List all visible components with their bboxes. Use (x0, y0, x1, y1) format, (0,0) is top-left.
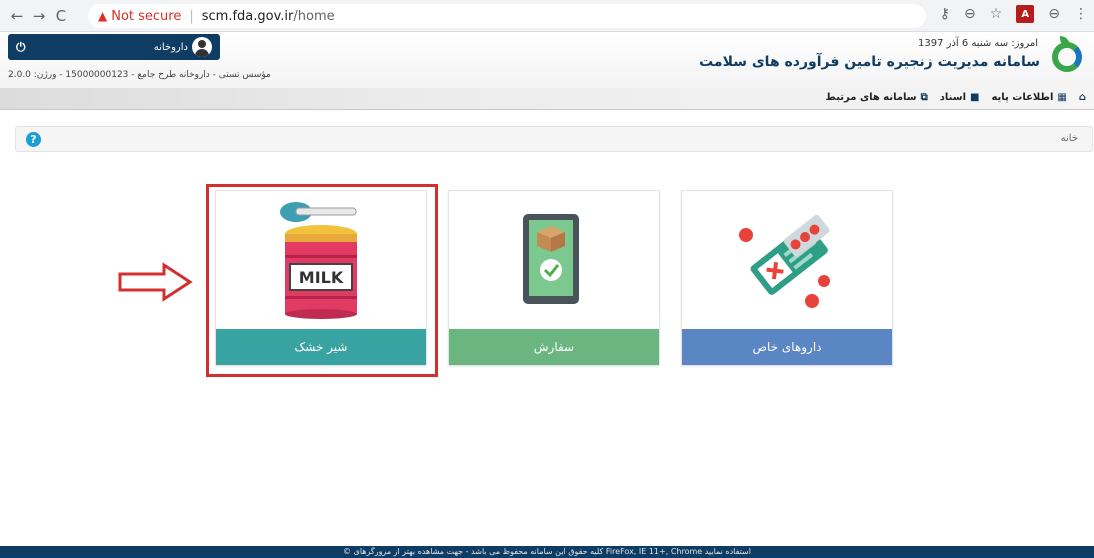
site-header: ⏻ داروخانه مؤسس تستی - داروخانه طرح جامع… (0, 32, 1094, 88)
profile-icon[interactable]: ⊖ (1048, 6, 1060, 22)
not-secure-label[interactable]: Not secure (111, 9, 181, 24)
external-link-icon: ⧉ (920, 92, 928, 103)
nav-home[interactable]: ⌂ (1079, 92, 1086, 103)
breadcrumb: ? خانه (15, 126, 1093, 152)
pills-prescription-icon (682, 191, 892, 329)
browser-actions: ⚷ ⊖ ☆ A ⊖ ⋮ (940, 5, 1088, 23)
menu-icon[interactable]: ⋮ (1074, 6, 1088, 22)
org-info: مؤسس تستی - داروخانه طرح جامع - 15000000… (8, 70, 271, 80)
back-icon[interactable]: ← (6, 5, 28, 27)
site-title: سامانه مدیریت زنجیره تامین فرآورده های س… (699, 54, 1040, 70)
breadcrumb-home[interactable]: خانه (1061, 133, 1078, 144)
user-panel: ⏻ داروخانه (8, 34, 220, 60)
nav-item-label: سامانه های مرتبط (825, 92, 917, 103)
warning-icon: ▲ (98, 9, 108, 23)
date-text: امروز: سه شنبه 6 آذر 1397 (918, 38, 1038, 49)
power-icon[interactable]: ⏻ (16, 40, 26, 55)
nav-item-related-systems[interactable]: ⧉ سامانه های مرتبط (826, 92, 928, 103)
footer: © کلیه حقوق این سامانه محفوظ می باشد - ج… (0, 546, 1094, 558)
nav-item-label: اطلاعات پایه (991, 92, 1054, 103)
home-icon: ⌂ (1078, 92, 1086, 103)
card-special-drugs[interactable]: داروهای خاص (681, 190, 893, 366)
bookmark-star-icon[interactable]: ☆ (990, 6, 1003, 22)
pdf-extension-icon[interactable]: A (1016, 5, 1035, 23)
help-icon[interactable]: ? (26, 132, 41, 147)
card-milk-powder[interactable]: MILK شیر خشک (215, 190, 427, 366)
key-icon[interactable]: ⚷ (940, 6, 950, 22)
card-label[interactable]: سفارش (449, 329, 659, 365)
main-nav: ⌂ ▦ اطلاعات پایه ■ اسناد ⧉ سامانه های مر… (0, 88, 1094, 110)
site-logo (1048, 36, 1086, 76)
tablet-order-icon (449, 191, 659, 329)
red-arrow-icon (118, 262, 193, 302)
folder-icon: ■ (970, 92, 980, 103)
milk-label-text: MILK (299, 268, 344, 287)
card-label[interactable]: داروهای خاص (682, 329, 892, 365)
user-info[interactable]: داروخانه (154, 37, 212, 57)
nav-item-label: اسناد (939, 92, 967, 103)
card-order[interactable]: سفارش (448, 190, 660, 366)
milk-can-icon: MILK (216, 191, 426, 329)
forward-icon[interactable]: → (28, 5, 50, 27)
avatar-icon (192, 37, 212, 57)
browser-toolbar: ← → C ▲ Not secure | scm.fda.gov.ir/home… (0, 0, 1094, 32)
url-host: scm.fda.gov.ir (201, 8, 294, 24)
grid-icon: ▦ (1057, 92, 1067, 103)
nav-item-basic-info[interactable]: ▦ اطلاعات پایه (991, 92, 1066, 103)
address-bar[interactable]: ▲ Not secure | scm.fda.gov.ir/home (88, 4, 926, 28)
card-label[interactable]: شیر خشک (216, 329, 426, 365)
nav-item-documents[interactable]: ■ اسناد (940, 92, 980, 103)
reload-icon[interactable]: C (50, 5, 72, 27)
url-separator: | (189, 8, 194, 24)
zoom-icon[interactable]: ⊖ (964, 6, 976, 22)
url-path: /home (293, 8, 335, 24)
user-name: داروخانه (153, 41, 188, 53)
